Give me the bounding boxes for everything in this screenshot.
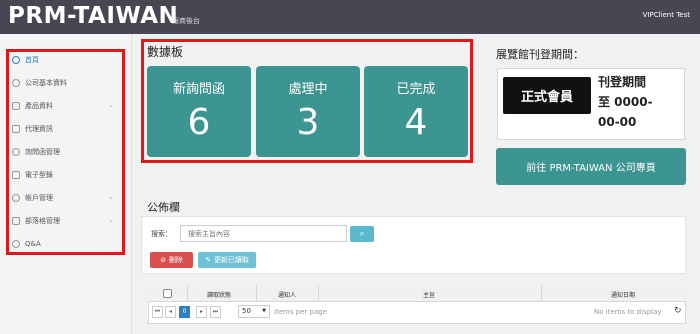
- sidebar-item-account[interactable]: 帳戶管理 ⌄: [12, 191, 122, 205]
- stat-value: 4: [404, 102, 428, 143]
- exhibition-title: 展覽館刊登期間：: [496, 48, 584, 61]
- brand-subtitle: 廠商後台: [172, 17, 200, 25]
- chat-bubble-icon: [12, 148, 20, 156]
- brand-logo[interactable]: PRM-TAIWAN: [8, 3, 178, 29]
- sidebar-item-catalog[interactable]: 電子型錄: [12, 168, 122, 182]
- prev-page-button[interactable]: ◂: [165, 306, 176, 318]
- sidebar-item-label: Q&A: [25, 240, 41, 248]
- search-icon: ⌕: [359, 229, 365, 238]
- last-page-button[interactable]: ⏭: [210, 306, 221, 318]
- sidebar-item-label: 帳戶管理: [25, 194, 53, 202]
- column-header-subject[interactable]: 主旨: [423, 290, 435, 299]
- sidebar-item-inquiries[interactable]: 詢問函管理: [12, 145, 122, 159]
- column-header-date[interactable]: 通知日期: [611, 290, 635, 299]
- member-badge: 正式會員: [503, 77, 591, 114]
- column-header-notifier[interactable]: 通知人: [278, 290, 296, 299]
- next-page-button[interactable]: ▸: [196, 306, 207, 318]
- page-size-value: 50: [242, 307, 251, 315]
- sidebar-item-label: 首頁: [25, 56, 39, 64]
- ban-icon: ⊘: [160, 256, 166, 264]
- top-bar: PRM-TAIWAN 廠商後台 VIPClient Test: [0, 0, 700, 34]
- user-icon: [12, 79, 20, 87]
- chevron-down-icon: ⌄: [108, 216, 114, 224]
- stat-label: 已完成: [396, 82, 436, 97]
- cart-icon: [12, 102, 20, 110]
- delete-button[interactable]: ⊘ 刪除: [150, 252, 193, 268]
- go-company-page-button[interactable]: 前往 PRM-TAIWAN 公司專頁: [496, 148, 686, 185]
- edit-icon: [12, 217, 20, 225]
- last-page-icon: ⏭: [212, 308, 219, 315]
- per-page-text: items per page: [274, 308, 328, 316]
- sidebar-item-home[interactable]: 首頁: [12, 53, 122, 67]
- column-divider: [187, 285, 188, 302]
- stat-value: 3: [296, 102, 320, 143]
- sidebar-item-company-info[interactable]: 公司基本資料: [12, 76, 122, 90]
- sidebar-item-products[interactable]: 產品資料 ⌄: [12, 99, 122, 113]
- current-page[interactable]: 0: [179, 306, 190, 318]
- select-all-checkbox[interactable]: [163, 289, 172, 298]
- prev-page-icon: ◂: [168, 308, 172, 315]
- column-divider: [541, 285, 542, 302]
- next-page-icon: ▸: [199, 308, 203, 315]
- sidebar-item-agents[interactable]: 代理資訊: [12, 122, 122, 136]
- chat-bubble-icon: [12, 56, 20, 64]
- empty-text: No items to display: [594, 308, 662, 316]
- chevron-down-icon: ⌄: [108, 193, 114, 201]
- sidebar-item-label: 產品資料: [25, 102, 53, 110]
- search-button[interactable]: ⌕: [350, 226, 374, 242]
- dropdown-caret-icon: ▼: [262, 308, 266, 314]
- dashboard-title: 數據板: [147, 45, 184, 59]
- stat-processing[interactable]: 處理中 3: [256, 66, 360, 157]
- first-page-button[interactable]: ⏮: [152, 306, 163, 318]
- sidebar-item-blog[interactable]: 部落格管理 ⌄: [12, 214, 122, 228]
- account-icon: [12, 194, 20, 202]
- period-label: 刊登期間: [598, 75, 647, 89]
- page-size-select[interactable]: 50 ▼: [238, 305, 270, 318]
- column-header-read-status[interactable]: 讀取狀態: [207, 290, 231, 299]
- stat-completed[interactable]: 已完成 4: [364, 66, 468, 157]
- period-value-line2: 00-00: [598, 115, 637, 129]
- period-value-line1: 至 0000-: [598, 95, 653, 109]
- search-input[interactable]: [180, 225, 347, 242]
- user-name[interactable]: VIPClient Test: [643, 11, 690, 19]
- column-divider: [256, 285, 257, 302]
- column-divider: [318, 285, 319, 302]
- sidebar-item-label: 電子型錄: [25, 171, 53, 179]
- announcements-title: 公佈欄: [147, 201, 180, 214]
- question-icon: [12, 240, 20, 248]
- sidebar-item-label: 詢問函管理: [25, 148, 60, 156]
- delete-button-label: 刪除: [168, 256, 183, 264]
- stat-label: 處理中: [288, 82, 328, 97]
- search-label: 搜索：: [151, 230, 172, 238]
- listing-period: 刊登期間 至 0000- 00-00: [598, 72, 684, 132]
- first-page-icon: ⏮: [154, 308, 161, 315]
- refresh-icon[interactable]: ↻: [674, 306, 682, 316]
- chevron-down-icon: ⌄: [108, 101, 114, 109]
- stat-value: 6: [187, 102, 211, 143]
- update-read-button[interactable]: ✎ 更新已讀取: [198, 252, 256, 268]
- stat-label: 新詢問函: [172, 82, 225, 97]
- catalog-icon: [12, 171, 20, 179]
- edit-icon: ✎: [205, 256, 211, 264]
- sidebar-item-label: 部落格管理: [25, 217, 60, 225]
- agent-icon: [12, 125, 20, 133]
- sidebar-item-label: 公司基本資料: [25, 79, 67, 87]
- sidebar-item-label: 代理資訊: [25, 125, 53, 133]
- sidebar-item-qa[interactable]: Q&A: [12, 237, 122, 251]
- update-button-label: 更新已讀取: [213, 256, 249, 264]
- stat-new-inquiries[interactable]: 新詢問函 6: [147, 66, 251, 157]
